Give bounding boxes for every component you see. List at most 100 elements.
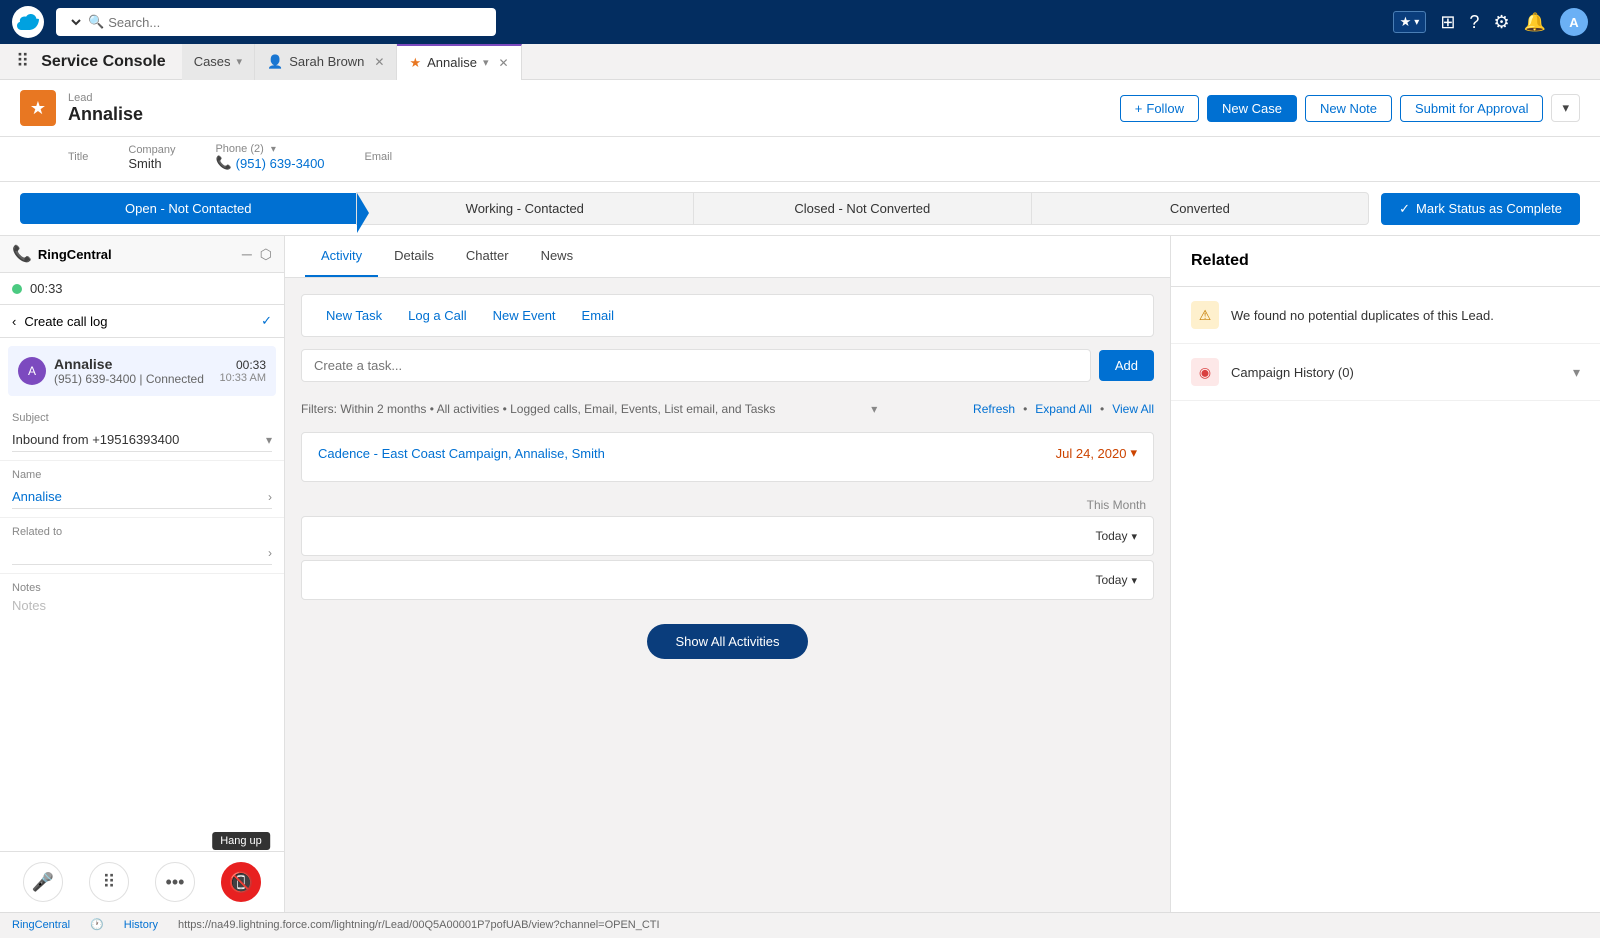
- call-contact-card: A Annalise (951) 639-3400 | Connected 00…: [8, 346, 276, 396]
- hang-up-button[interactable]: 📵: [221, 862, 261, 902]
- main-content: 📞 RingCentral ─ ⬡ 00:33 ‹ Create call lo…: [0, 236, 1600, 912]
- view-all-link[interactable]: View All: [1112, 402, 1154, 416]
- email-button[interactable]: Email: [570, 303, 627, 328]
- favorites-icon[interactable]: ★ ▾: [1393, 11, 1427, 33]
- tab-sarah-close-icon[interactable]: ✕: [374, 55, 384, 69]
- tab-cases[interactable]: Cases ▾: [182, 44, 255, 80]
- show-all-button[interactable]: Show All Activities: [647, 624, 807, 659]
- today-dropdown-2[interactable]: ▾: [1131, 574, 1137, 587]
- nav-search-bar[interactable]: All 🔍: [56, 8, 496, 36]
- phone-field[interactable]: Phone (2) ▾ 📞 (951) 639-3400: [215, 143, 324, 171]
- subject-group: Subject Inbound from +19516393400 ▾: [0, 404, 284, 461]
- company-label: Company: [128, 144, 175, 156]
- campaign-expand-icon[interactable]: ▾: [1573, 364, 1580, 381]
- new-task-button[interactable]: New Task: [314, 303, 394, 328]
- notes-placeholder[interactable]: Notes: [12, 598, 272, 613]
- nav-icons: ★ ▾ ⊞ ? ⚙ 🔔 A: [1393, 8, 1588, 36]
- more-button[interactable]: •••: [155, 862, 195, 902]
- today-item-2: Today ▾: [301, 560, 1154, 600]
- arrow-icon[interactable]: ›: [268, 490, 272, 504]
- avatar[interactable]: A: [1560, 8, 1588, 36]
- lead-header: ★ Lead Annalise + Follow New Case New No…: [0, 80, 1600, 137]
- follow-button[interactable]: + Follow: [1120, 95, 1199, 122]
- more-actions-button[interactable]: ▾: [1551, 94, 1580, 122]
- tab-sarah-brown[interactable]: 👤 Sarah Brown ✕: [255, 44, 397, 80]
- bottom-bar: RingCentral 🕐 History https://na49.light…: [0, 912, 1600, 936]
- contact-status: Connected: [146, 372, 204, 386]
- notes-area: Notes Notes: [0, 574, 284, 621]
- app-name: Service Console: [37, 53, 182, 71]
- log-call-button[interactable]: Log a Call: [396, 303, 479, 328]
- new-case-button[interactable]: New Case: [1207, 95, 1297, 122]
- bottom-history[interactable]: History: [124, 919, 158, 931]
- notes-label: Notes: [12, 582, 272, 594]
- bottom-history-icon: 🕐: [90, 918, 104, 931]
- expand-icon[interactable]: ⬡: [260, 246, 272, 263]
- subject-label: Subject: [12, 412, 272, 424]
- filter-bar: Filters: Within 2 months • All activitie…: [301, 394, 1154, 424]
- create-call-log-toggle[interactable]: ‹ Create call log ✓: [0, 305, 284, 338]
- tab-annalise-close-icon[interactable]: ✕: [499, 56, 509, 70]
- search-input[interactable]: [108, 15, 488, 30]
- minimize-icon[interactable]: ─: [242, 246, 252, 263]
- phone-value[interactable]: 📞 (951) 639-3400: [215, 155, 324, 171]
- call-status: 00:33: [0, 273, 284, 305]
- related-to-input[interactable]: ›: [12, 542, 272, 565]
- today-item-1: Today ▾: [301, 516, 1154, 556]
- submit-approval-button[interactable]: Submit for Approval: [1400, 95, 1543, 122]
- status-step-open[interactable]: Open - Not Contacted: [20, 193, 357, 224]
- keypad-button[interactable]: ⠿: [89, 862, 129, 902]
- bottom-ringcentral[interactable]: RingCentral: [12, 919, 70, 931]
- phone-dropdown-icon[interactable]: ▾: [271, 144, 276, 155]
- tab-details[interactable]: Details: [378, 236, 450, 277]
- name-label: Name: [12, 469, 272, 481]
- filter-dropdown-icon[interactable]: ▾: [871, 402, 877, 416]
- call-controls: 🎤 ⠿ ••• 📵 Hang up: [0, 851, 284, 912]
- today-dropdown-1[interactable]: ▾: [1131, 530, 1137, 543]
- campaign-icon: ◉: [1191, 358, 1219, 386]
- tab-news[interactable]: News: [525, 236, 590, 277]
- mark-complete-button[interactable]: ✓ Mark Status as Complete: [1381, 193, 1580, 225]
- status-step-converted[interactable]: Converted: [1031, 192, 1370, 225]
- tab-chatter[interactable]: Chatter: [450, 236, 525, 277]
- add-task-button[interactable]: Add: [1099, 350, 1154, 381]
- tab-annalise-dropdown[interactable]: ▾: [483, 56, 489, 69]
- hang-up-wrapper: 📵 Hang up: [221, 862, 261, 902]
- refresh-link[interactable]: Refresh: [973, 402, 1015, 416]
- cadence-date: Jul 24, 2020 ▾: [1056, 445, 1137, 461]
- related-panel: Related ⚠ We found no potential duplicat…: [1170, 236, 1600, 912]
- task-input[interactable]: [301, 349, 1091, 382]
- subject-input[interactable]: Inbound from +19516393400 ▾: [12, 428, 272, 452]
- new-note-button[interactable]: New Note: [1305, 95, 1392, 122]
- tab-annalise[interactable]: ★ Annalise ▾ ✕: [397, 44, 521, 80]
- status-step-closed[interactable]: Closed - Not Converted: [693, 192, 1032, 225]
- tab-cases-dropdown[interactable]: ▾: [237, 55, 243, 68]
- status-step-working[interactable]: Working - Contacted: [356, 192, 695, 225]
- add-icon[interactable]: ⊞: [1440, 12, 1455, 33]
- contact-info: A Annalise (951) 639-3400 | Connected: [18, 356, 204, 386]
- notification-icon[interactable]: 🔔: [1524, 12, 1546, 33]
- show-all-container: Show All Activities: [301, 624, 1154, 659]
- cadence-dropdown-icon[interactable]: ▾: [1130, 445, 1137, 461]
- related-arrow-icon[interactable]: ›: [268, 546, 272, 560]
- contact-phone: (951) 639-3400 | Connected: [54, 372, 204, 386]
- name-input[interactable]: Annalise ›: [12, 485, 272, 509]
- this-month-section: This Month Today ▾ Today ▾: [301, 490, 1154, 608]
- salesforce-logo[interactable]: [12, 6, 44, 38]
- related-campaign-item[interactable]: ◉ Campaign History (0) ▾: [1171, 344, 1600, 401]
- settings-icon[interactable]: ⚙: [1493, 12, 1509, 33]
- ringcentral-title: 📞 RingCentral: [12, 244, 112, 264]
- search-scope-select[interactable]: All: [64, 14, 84, 30]
- app-launcher-icon[interactable]: ⠿: [8, 51, 37, 72]
- cadence-link[interactable]: Cadence - East Coast Campaign, Annalise,…: [318, 446, 605, 461]
- new-event-button[interactable]: New Event: [481, 303, 568, 328]
- email-label: Email: [365, 151, 393, 163]
- mute-button[interactable]: 🎤: [23, 862, 63, 902]
- help-icon[interactable]: ?: [1469, 12, 1479, 33]
- tab-bar: ⠿ Service Console Cases ▾ 👤 Sarah Brown …: [0, 44, 1600, 80]
- today-badge-2: Today ▾: [1095, 573, 1137, 587]
- filter-links: Refresh • Expand All • View All: [973, 402, 1154, 416]
- tab-activity[interactable]: Activity: [305, 236, 378, 277]
- dropdown-icon[interactable]: ▾: [266, 433, 272, 447]
- expand-all-link[interactable]: Expand All: [1035, 402, 1092, 416]
